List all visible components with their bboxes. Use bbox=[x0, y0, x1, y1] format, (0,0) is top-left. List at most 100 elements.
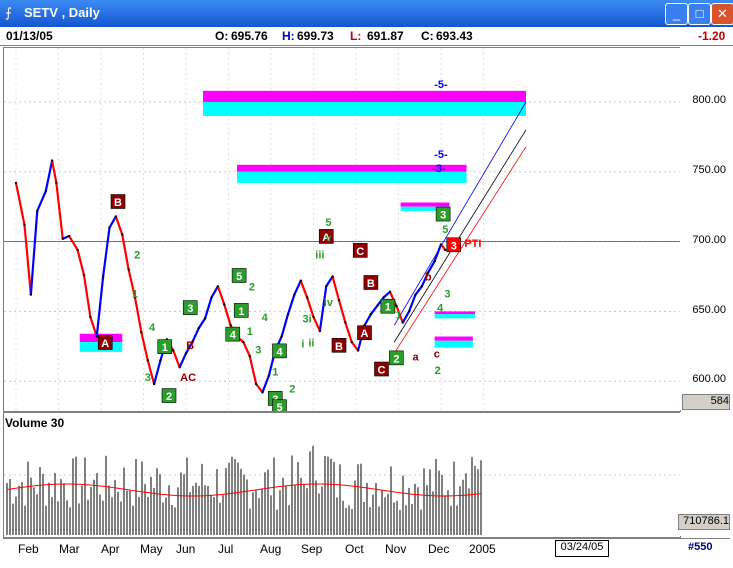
chart-app-icon: ⨍ bbox=[5, 5, 12, 20]
price-point bbox=[229, 324, 232, 327]
wave-label: iii bbox=[315, 249, 324, 261]
wave-label: B bbox=[186, 340, 194, 352]
channel-line bbox=[393, 101, 527, 326]
wave-label: c bbox=[434, 348, 440, 360]
close-label: C: bbox=[421, 29, 434, 43]
maximize-button[interactable]: □ bbox=[688, 3, 711, 25]
y-tick-750: 750.00 bbox=[692, 164, 726, 176]
target-zone-bottom bbox=[434, 340, 473, 348]
wave-label: C bbox=[356, 246, 364, 258]
price-point bbox=[140, 331, 143, 334]
price-segment bbox=[261, 375, 270, 393]
wave-label: C bbox=[378, 365, 386, 377]
price-point bbox=[36, 209, 39, 213]
price-point bbox=[108, 226, 111, 229]
price-segment bbox=[55, 182, 64, 239]
price-segment bbox=[350, 341, 360, 352]
y-tick-650: 650.00 bbox=[692, 304, 726, 316]
wave-label: 5 bbox=[325, 217, 331, 229]
price-segment bbox=[14, 182, 26, 226]
wave-label: 1 bbox=[272, 367, 278, 379]
price-point bbox=[248, 354, 251, 358]
price-segment bbox=[102, 227, 111, 277]
x-tick-2005: 2005 bbox=[469, 542, 496, 556]
x-tick-may: May bbox=[140, 542, 163, 556]
price-point bbox=[23, 223, 26, 227]
price-point bbox=[242, 340, 245, 344]
price-point bbox=[344, 321, 347, 324]
price-point bbox=[50, 159, 54, 162]
change-value: -1.20 bbox=[698, 29, 726, 43]
x-tick-oct: Oct bbox=[345, 542, 364, 556]
price-chart: -5--5--3-BA123451435ACBABC12332143BAC241… bbox=[4, 48, 680, 414]
wave-label: 2 bbox=[249, 281, 255, 293]
price-segment bbox=[255, 383, 264, 394]
price-point bbox=[44, 190, 47, 193]
wave-label: 1 bbox=[162, 342, 168, 354]
price-point bbox=[203, 317, 207, 320]
wave-label: 4 bbox=[437, 302, 444, 314]
price-point bbox=[395, 304, 398, 308]
window-titlebar: ⨍ SETV , Daily _ □ ✕ bbox=[0, 0, 733, 27]
x-tick-feb: Feb bbox=[18, 542, 39, 556]
wave-label: 1 bbox=[385, 302, 391, 314]
volume-title: Volume 30 bbox=[5, 416, 65, 430]
price-point bbox=[299, 279, 302, 282]
wave-label: ii bbox=[308, 337, 314, 349]
wave-label: 2 bbox=[289, 383, 295, 395]
price-point bbox=[184, 352, 188, 355]
price-point bbox=[172, 349, 175, 352]
price-point bbox=[197, 326, 200, 330]
x-tick-jul: Jul bbox=[218, 542, 234, 556]
x-tick-sep: Sep bbox=[301, 542, 323, 556]
price-segment bbox=[36, 190, 47, 212]
wave-label: B bbox=[114, 197, 122, 209]
minimize-button[interactable]: _ bbox=[665, 3, 688, 25]
cursor-date-box[interactable]: 03/24/05 bbox=[555, 540, 609, 557]
price-point bbox=[254, 382, 258, 386]
wave-label: 1 bbox=[395, 309, 401, 321]
price-segment bbox=[68, 235, 79, 251]
price-pane[interactable]: -5--5--3-BA123451435ACBABC12332143BAC241… bbox=[3, 47, 681, 414]
wave-label: A bbox=[361, 328, 369, 340]
volume-pane[interactable] bbox=[3, 412, 681, 538]
quote-bar: 01/13/05 O: 695.76 H: 699.73 L: 691.87 C… bbox=[0, 27, 733, 46]
y-tick-600: 600.00 bbox=[692, 373, 726, 385]
price-segment bbox=[280, 313, 290, 337]
price-segment bbox=[29, 210, 39, 295]
wave-label: i bbox=[301, 339, 304, 351]
price-point bbox=[337, 299, 341, 302]
price-segment bbox=[178, 352, 188, 368]
x-tick-dec: Dec bbox=[428, 542, 450, 556]
price-point bbox=[76, 248, 79, 252]
wave-label: 2 bbox=[393, 353, 399, 365]
price-segment bbox=[325, 275, 334, 287]
wave-label: 1 bbox=[132, 288, 138, 300]
quote-date: 01/13/05 bbox=[6, 29, 53, 43]
wave-label: -5- bbox=[434, 149, 448, 161]
target-zone-top bbox=[400, 202, 450, 207]
wave-label: v bbox=[325, 233, 332, 245]
price-segment bbox=[121, 234, 130, 270]
target-zone-top bbox=[434, 336, 473, 341]
price-point bbox=[356, 349, 360, 352]
wave-label: 2 bbox=[435, 365, 441, 377]
price-point bbox=[420, 285, 424, 288]
price-point bbox=[127, 268, 130, 271]
price-point bbox=[369, 312, 373, 316]
wave-label: -5- bbox=[434, 79, 448, 91]
price-segment bbox=[331, 276, 341, 301]
wave-label: AC bbox=[180, 372, 196, 384]
close-button[interactable]: ✕ bbox=[711, 3, 733, 25]
price-segment bbox=[216, 285, 226, 305]
target-zone-top bbox=[203, 90, 526, 102]
price-segment bbox=[82, 274, 92, 318]
price-point bbox=[121, 233, 124, 236]
price-point bbox=[223, 303, 226, 306]
target-zone-bottom bbox=[203, 102, 526, 116]
wave-label: 4 bbox=[262, 312, 269, 324]
price-segment bbox=[108, 215, 117, 229]
price-segment bbox=[140, 332, 149, 361]
price-segment bbox=[312, 316, 321, 332]
price-axis: 800.00 750.00 700.00 650.00 600.00 584 bbox=[680, 47, 730, 410]
